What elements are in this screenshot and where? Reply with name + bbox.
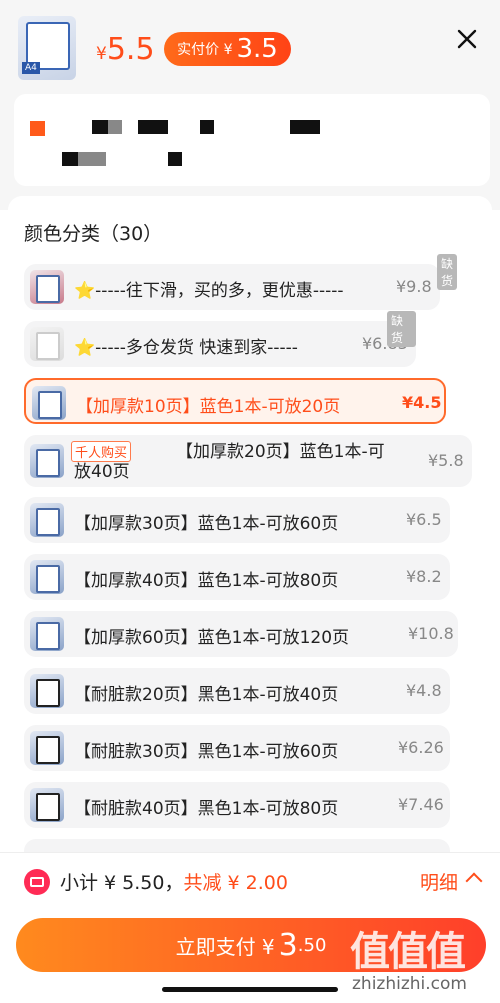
- redacted-block: [290, 120, 320, 134]
- close-icon[interactable]: [454, 26, 480, 52]
- price-value: 5.5: [106, 32, 155, 67]
- sku-option[interactable]: 【耐脏款30页】黑色1本-可放60页 ¥6.26: [24, 725, 450, 771]
- discount-label: 共减 ¥ 2.00: [183, 872, 288, 894]
- pay-button-amount: 3: [278, 927, 298, 963]
- redacted-block: [138, 120, 168, 134]
- out-of-stock-badge: 缺货: [437, 254, 458, 290]
- home-indicator: [162, 987, 338, 992]
- sku-option[interactable]: 【加厚款40页】蓝色1本-可放80页 ¥8.2: [24, 554, 450, 600]
- sku-option[interactable]: 【耐脏款20页】黑色1本-可放40页 ¥4.8: [24, 668, 450, 714]
- watermark-logo: 值值值: [350, 928, 466, 975]
- sku-option[interactable]: 【加厚款30页】蓝色1本-可放60页 ¥6.5: [24, 497, 450, 543]
- sku-option-partial[interactable]: [24, 839, 450, 852]
- option-image: [30, 560, 64, 594]
- coupon-icon: [24, 869, 50, 895]
- option-label: 【耐脏款20页】黑色1本-可放40页: [74, 685, 339, 705]
- option-image: [30, 503, 64, 537]
- option-label-continued: 放40页: [74, 462, 130, 482]
- subtotal: 小计 ¥ 5.50，共减 ¥ 2.00: [60, 868, 288, 895]
- option-image: [32, 386, 66, 420]
- option-label: 【耐脏款30页】黑色1本-可放60页: [74, 742, 339, 762]
- address-marker: [30, 121, 45, 136]
- option-label: 【耐脏款40页】黑色1本-可放80页: [74, 799, 339, 819]
- redacted-block: [62, 152, 78, 166]
- option-price: ¥10.8: [408, 624, 454, 643]
- option-price: ¥5.8: [428, 451, 464, 470]
- option-label: 【加厚款20页】蓝色1本-可: [176, 442, 385, 462]
- actual-price-value: 3.5: [236, 34, 278, 64]
- option-label: ⭐-----往下滑，买的多，更优惠-----: [74, 281, 344, 301]
- option-label: 【加厚款30页】蓝色1本-可放60页: [74, 514, 339, 534]
- option-image: [30, 327, 64, 361]
- option-image: [30, 617, 64, 651]
- price-currency: ¥: [96, 44, 107, 64]
- subtotal-label: 小计 ¥ 5.50，: [60, 872, 184, 894]
- option-price: ¥8.2: [406, 567, 442, 586]
- option-image: [30, 444, 64, 478]
- sku-option[interactable]: 千人购买 【加厚款20页】蓝色1本-可 放40页 ¥5.8: [24, 435, 472, 487]
- option-image: [30, 270, 64, 304]
- redacted-block: [78, 152, 106, 166]
- option-label: 【加厚款40页】蓝色1本-可放80页: [74, 571, 339, 591]
- redacted-block: [200, 120, 214, 134]
- option-price: ¥9.8: [396, 277, 432, 296]
- thumbnail-tag: A4: [22, 62, 40, 74]
- option-label: 【加厚款60页】蓝色1本-可放120页: [74, 628, 350, 648]
- option-image: [30, 731, 64, 765]
- actual-price-badge: 实付价 ¥3.5: [164, 32, 291, 66]
- watermark-url: zhizhizhi.com: [352, 974, 467, 994]
- option-image: [30, 788, 64, 822]
- star-icon: ⭐: [74, 281, 96, 301]
- sku-header: A4 ¥5.5 实付价 ¥3.5: [0, 0, 500, 96]
- option-label: 【加厚款10页】蓝色1本-可放20页: [76, 397, 341, 417]
- sku-option-selected[interactable]: 【加厚款10页】蓝色1本-可放20页 ¥4.5: [24, 378, 446, 424]
- sku-option[interactable]: ⭐-----多仓发货 快速到家----- ¥6.83 缺货: [24, 311, 416, 367]
- pay-button-label: 立即支付 ¥: [175, 934, 275, 959]
- option-image: [30, 674, 64, 708]
- redacted-block: [168, 152, 182, 166]
- redacted-block: [92, 120, 108, 134]
- sku-option[interactable]: ⭐-----往下滑，买的多，更优惠----- ¥9.8 缺货: [24, 254, 458, 310]
- sku-option[interactable]: 【耐脏款40页】黑色1本-可放80页 ¥7.46: [24, 782, 450, 828]
- detail-link[interactable]: 明细: [420, 868, 458, 895]
- address-card[interactable]: [14, 94, 490, 186]
- option-price: ¥4.5: [402, 393, 442, 412]
- star-icon: ⭐: [74, 338, 96, 358]
- redacted-block: [108, 120, 122, 134]
- option-price: ¥4.8: [406, 681, 442, 700]
- option-price: ¥7.46: [398, 795, 444, 814]
- section-title: 颜色分类（30）: [24, 223, 163, 245]
- option-label: ⭐-----多仓发货 快速到家-----: [74, 338, 298, 358]
- option-price: ¥6.26: [398, 738, 444, 757]
- product-thumbnail[interactable]: A4: [18, 16, 76, 80]
- sku-option[interactable]: 【加厚款60页】蓝色1本-可放120页 ¥10.8: [24, 611, 458, 657]
- original-price: ¥5.5: [96, 32, 155, 72]
- out-of-stock-badge: 缺货: [387, 311, 416, 347]
- pay-button-decimal: .50: [297, 934, 327, 956]
- actual-price-label: 实付价 ¥: [177, 42, 233, 58]
- option-price: ¥6.5: [406, 510, 442, 529]
